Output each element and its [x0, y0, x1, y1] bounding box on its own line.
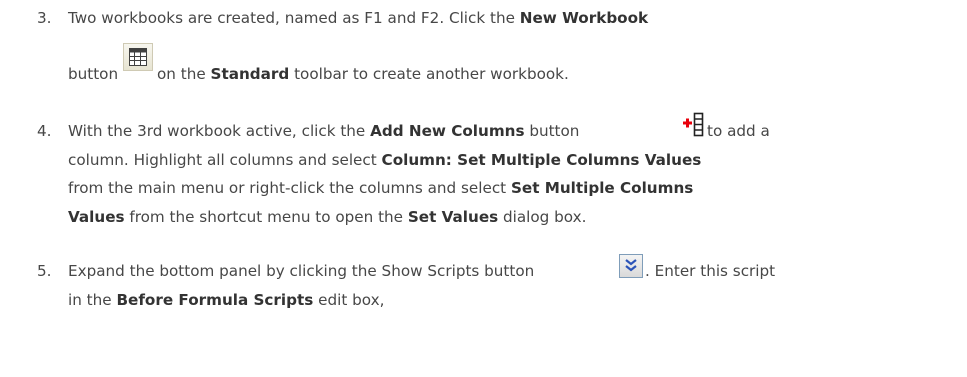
step-number: 5. [37, 262, 52, 280]
step-4-line-1: With the 3rd workbook active, click the … [68, 122, 580, 140]
step-4-line-4: Values from the shortcut menu to open th… [68, 208, 587, 226]
step-number: 3. [37, 9, 52, 27]
step-4-line-2: column. Highlight all columns and select… [68, 151, 702, 169]
new-workbook-label: New Workbook [519, 9, 649, 27]
step-5-line-1: Expand the bottom panel by clicking the … [68, 262, 535, 280]
add-new-columns-icon [681, 112, 705, 138]
step-3-line-2-rest: on the Standard toolbar to create anothe… [157, 65, 569, 83]
step-5-line-1-rest: . Enter this script [645, 262, 776, 280]
step-4-line-1-rest: to add a [707, 122, 770, 140]
step-3-line-1: Two workbooks are created, named as F1 a… [68, 9, 649, 27]
step-5-line-2: in the Before Formula Scripts edit box, [68, 291, 385, 309]
step-number: 4. [37, 122, 52, 140]
show-scripts-icon [619, 254, 643, 278]
step-4-line-3: from the main menu or right-click the co… [68, 179, 694, 197]
step-3-line-2: button [68, 65, 119, 83]
new-workbook-icon [123, 43, 153, 71]
